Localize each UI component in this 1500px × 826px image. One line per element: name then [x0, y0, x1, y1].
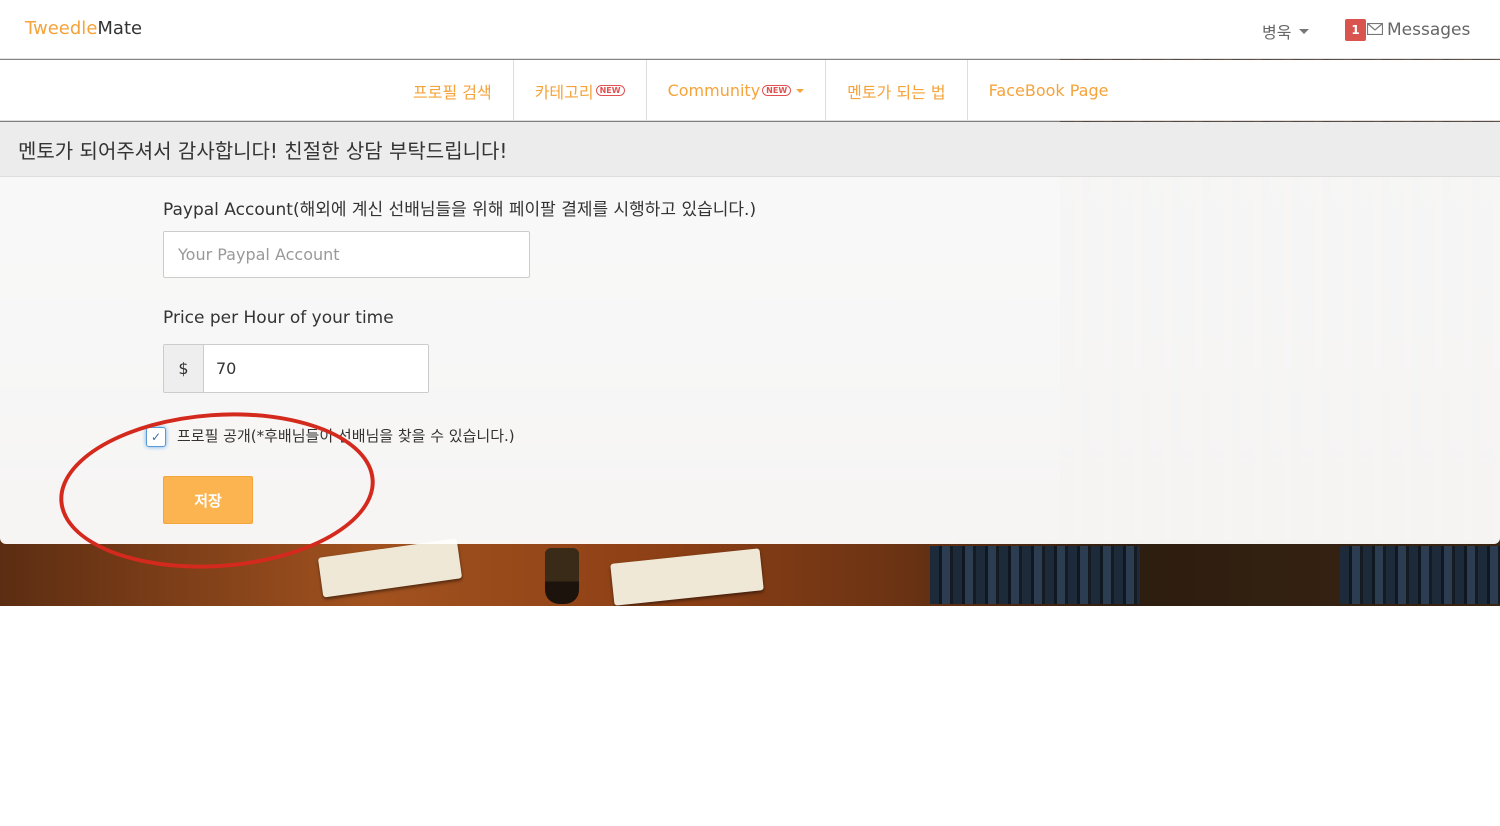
price-label: Price per Hour of your time	[163, 308, 394, 328]
paypal-account-input[interactable]	[163, 231, 530, 278]
main-nav: 프로필 검색 카테고리 NEW Community NEW 멘토가 되는 법 F…	[0, 60, 1500, 121]
envelope-icon	[1366, 20, 1384, 40]
nav-item-label: 프로필 검색	[413, 82, 492, 102]
new-badge: NEW	[762, 85, 792, 96]
user-menu-dropdown[interactable]: 병욱	[1262, 19, 1310, 43]
nav-item-label: 멘토가 되는 법	[847, 82, 946, 102]
brand-part-2: Mate	[97, 18, 143, 39]
nav-item-label: 카테고리	[534, 82, 594, 102]
nav-facebook-page[interactable]: FaceBook Page	[968, 60, 1130, 121]
nav-item-label: Community	[667, 81, 761, 100]
panel-heading: 멘토가 되어주셔서 감사합니다! 친절한 상담 부탁드립니다!	[0, 122, 1500, 177]
mentor-settings-panel: 멘토가 되어주셔서 감사합니다! 친절한 상담 부탁드립니다! Paypal A…	[0, 122, 1500, 544]
chevron-down-icon	[1299, 28, 1310, 34]
save-button[interactable]: 저장	[163, 476, 253, 524]
nav-how-to-be-mentor[interactable]: 멘토가 되는 법	[826, 60, 968, 121]
messages-link[interactable]: 1 Messages	[1345, 19, 1470, 41]
top-bar: TweedleMate 병욱 1 Messages	[0, 0, 1500, 59]
price-input-group: $	[163, 344, 429, 393]
nav-item-label: FaceBook Page	[988, 81, 1109, 100]
nav-community-dropdown[interactable]: Community NEW	[647, 60, 827, 121]
profile-public-label[interactable]: 프로필 공개(*후배님들이 선배님을 찾을 수 있습니다.)	[177, 425, 515, 446]
chevron-down-icon	[796, 88, 805, 93]
profile-public-checkbox[interactable]: ✓	[146, 427, 166, 447]
new-badge: NEW	[595, 85, 625, 96]
brand-logo[interactable]: TweedleMate	[25, 18, 142, 39]
brand-part-1: Tweedle	[25, 18, 98, 39]
messages-count-badge: 1	[1345, 19, 1366, 41]
paypal-label: Paypal Account(해외에 계신 선배님들을 위해 페이팔 결제를 시…	[163, 200, 757, 220]
user-name: 병욱	[1262, 23, 1292, 42]
nav-category[interactable]: 카테고리 NEW	[514, 60, 647, 121]
price-per-hour-input[interactable]	[204, 345, 428, 392]
messages-label: Messages	[1387, 20, 1471, 40]
checkmark-icon: ✓	[150, 430, 162, 444]
nav-profile-search[interactable]: 프로필 검색	[392, 60, 514, 121]
currency-addon: $	[164, 345, 204, 392]
